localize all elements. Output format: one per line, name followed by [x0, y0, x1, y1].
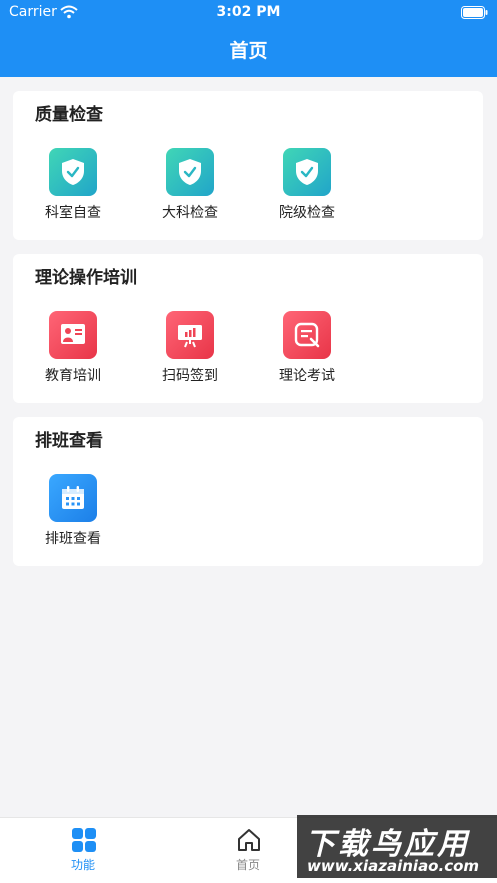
- tile-dept-self-check[interactable]: 科室自查: [28, 148, 118, 236]
- exam-paper-icon: [283, 311, 331, 359]
- tile-education-training[interactable]: 教育培训: [28, 311, 118, 399]
- tile-scan-checkin[interactable]: 扫码签到: [145, 311, 235, 399]
- tab-functions[interactable]: 功能: [23, 818, 143, 883]
- battery-icon: [461, 6, 488, 19]
- tile-label: 排班查看: [45, 531, 101, 547]
- tab-label: 首页: [235, 858, 260, 872]
- presentation-chart-icon: [166, 311, 214, 359]
- grid-icon: [72, 828, 96, 852]
- tile-view-schedule[interactable]: 排班查看: [28, 474, 118, 562]
- tile-hospital-check[interactable]: 院级检查: [262, 148, 352, 236]
- section-title: 排班查看: [35, 431, 103, 451]
- shield-check-icon: [166, 148, 214, 196]
- tile-label: 院级检查: [279, 205, 335, 221]
- section-quality-check: 质量检查 科室自查 大科检查 院级检查: [13, 91, 483, 240]
- status-time: 3:02 PM: [216, 4, 281, 20]
- tile-label: 科室自查: [45, 205, 101, 221]
- teacher-board-icon: [49, 311, 97, 359]
- watermark-url: www.xiazainiao.com: [307, 857, 480, 875]
- tile-label: 大科检查: [162, 205, 218, 221]
- tab-label: 功能: [70, 858, 95, 872]
- section-schedule: 排班查看 排班查看: [13, 417, 483, 566]
- tab-home[interactable]: 首页: [188, 818, 308, 883]
- calendar-icon: [49, 474, 97, 522]
- tile-label: 理论考试: [279, 368, 335, 384]
- section-training: 理论操作培训 教育培训 扫码签到 理论考试: [13, 254, 483, 403]
- tile-major-dept-check[interactable]: 大科检查: [145, 148, 235, 236]
- watermark-overlay: 下载鸟应用 www.xiazainiao.com: [297, 815, 497, 878]
- section-title: 理论操作培训: [35, 268, 137, 288]
- home-icon: [238, 829, 260, 851]
- page-title: 首页: [229, 40, 268, 62]
- section-title: 质量检查: [35, 105, 103, 125]
- tile-theory-exam[interactable]: 理论考试: [262, 311, 352, 399]
- tile-label: 教育培训: [45, 368, 101, 384]
- tile-label: 扫码签到: [162, 368, 218, 384]
- shield-check-icon: [283, 148, 331, 196]
- app-header: Carrier 3:02 PM 首页: [0, 0, 497, 77]
- status-bar: Carrier 3:02 PM: [0, 0, 497, 26]
- shield-check-icon: [49, 148, 97, 196]
